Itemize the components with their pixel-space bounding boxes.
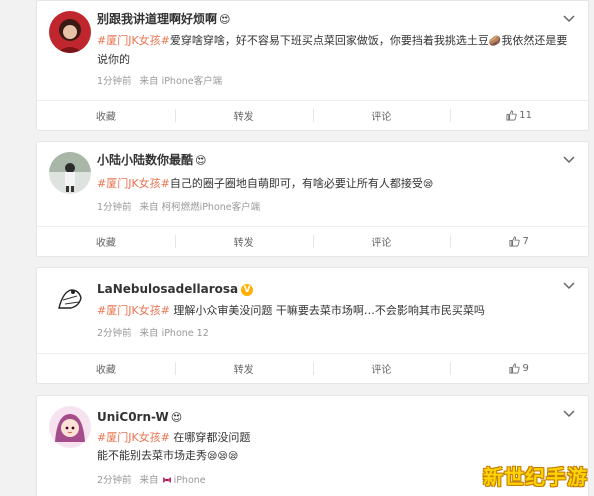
repost-button[interactable]: 转发 (174, 227, 313, 256)
sleepy-emoji: 😪 (422, 179, 434, 190)
source: 来自 iPhone 12 (139, 328, 209, 339)
timestamp: 2分钟前 (97, 328, 132, 339)
source: iPhone (173, 475, 206, 486)
collect-button[interactable]: 收藏 (37, 227, 175, 256)
repost-button[interactable]: 转发 (174, 354, 313, 383)
chevron-down-icon[interactable] (562, 278, 576, 292)
post-card: 别跟我讲道理啊好烦啊 😍 #厦门JK女孩#爱穿啥穿啥，好不容易下班买点菜回家做饭，… (36, 0, 589, 131)
avatar[interactable] (49, 152, 91, 194)
emoji: 😍 (195, 154, 207, 167)
thumbs-up-icon (506, 110, 517, 121)
like-button[interactable]: 7 (450, 227, 588, 256)
post-card: 小陆小陆数你最酷 😍 #厦门JK女孩#自己的圈子圈地自萌即可，有啥必要让所有人都接… (36, 141, 589, 257)
source-prefix: 来自 (139, 475, 159, 486)
thumbs-up-icon (509, 363, 521, 374)
repost-button[interactable]: 转发 (174, 101, 313, 130)
thumbs-up-icon (509, 236, 521, 247)
post-meta: 1分钟前 来自 iPhone客户端 (97, 73, 230, 87)
avatar[interactable] (49, 406, 91, 448)
comment-button[interactable]: 评论 (312, 354, 451, 383)
timestamp: 1分钟前 (97, 76, 132, 87)
verified-badge-icon: V (241, 284, 254, 296)
chevron-down-icon[interactable] (562, 11, 576, 25)
comment-button[interactable]: 评论 (312, 101, 451, 130)
post-text: #厦门JK女孩# 理解小众审美没问题 干嘛要去菜市场啊…不会影响其市民买菜吗 (97, 304, 485, 317)
bow-icon (162, 477, 171, 483)
topic-tag[interactable]: #厦门JK女孩# (97, 177, 170, 190)
watermark: 新世纪手游 (483, 465, 588, 489)
username[interactable]: 小陆小陆数你最酷 😍 (97, 151, 206, 168)
topic-tag[interactable]: #厦门JK女孩# (97, 304, 170, 317)
timestamp: 1分钟前 (97, 202, 132, 213)
post-meta: 2分钟前 来自 iPhone 12 (97, 325, 217, 339)
action-bar: 收藏 转发 评论 11 (37, 100, 588, 130)
sleepy-emoji: 😪😪😪 (207, 451, 239, 462)
collect-button[interactable]: 收藏 (37, 101, 175, 130)
post-meta: 1分钟前 来自 柯柯燃燃iPhone客户端 (97, 199, 268, 213)
collect-button[interactable]: 收藏 (37, 354, 175, 383)
like-button[interactable]: 11 (450, 101, 588, 130)
timestamp: 2分钟前 (97, 475, 132, 486)
source: 来自 iPhone客户端 (139, 76, 223, 87)
emoji: 😍 (170, 411, 183, 424)
chevron-down-icon[interactable] (562, 152, 576, 166)
action-bar: 收藏 转发 评论 9 (37, 353, 588, 383)
post-card: LaNebulosadellarosa V #厦门JK女孩# 理解小众审美没问题 … (36, 267, 589, 384)
username[interactable]: LaNebulosadellarosa V (97, 282, 254, 296)
like-count: 11 (519, 110, 532, 121)
emoji: 😍 (219, 13, 231, 26)
post-meta: 2分钟前 来自 iPhone (97, 472, 214, 486)
like-count: 9 (522, 363, 529, 374)
like-count: 7 (522, 236, 529, 247)
avatar[interactable] (49, 278, 91, 320)
post-text: #厦门JK女孩#爱穿啥穿啥，好不容易下班买点菜回家做饭，你要挡着我挑选土豆🥔我依… (97, 34, 568, 66)
username[interactable]: 别跟我讲道理啊好烦啊 😍 (97, 10, 230, 27)
avatar[interactable] (49, 11, 91, 53)
topic-tag[interactable]: #厦门JK女孩# (97, 34, 170, 47)
potato-emoji: 🥔 (488, 36, 502, 47)
like-button[interactable]: 9 (450, 354, 588, 383)
source: 来自 柯柯燃燃iPhone客户端 (139, 202, 261, 213)
username[interactable]: UniC0rn-W 😍 (97, 410, 182, 424)
action-bar: 收藏 转发 评论 7 (37, 226, 588, 256)
post-text: #厦门JK女孩#自己的圈子圈地自萌即可，有啥必要让所有人都接受😪 (97, 177, 434, 190)
chevron-down-icon[interactable] (562, 406, 576, 420)
comment-button[interactable]: 评论 (312, 227, 451, 256)
topic-tag[interactable]: #厦门JK女孩# (97, 431, 170, 444)
